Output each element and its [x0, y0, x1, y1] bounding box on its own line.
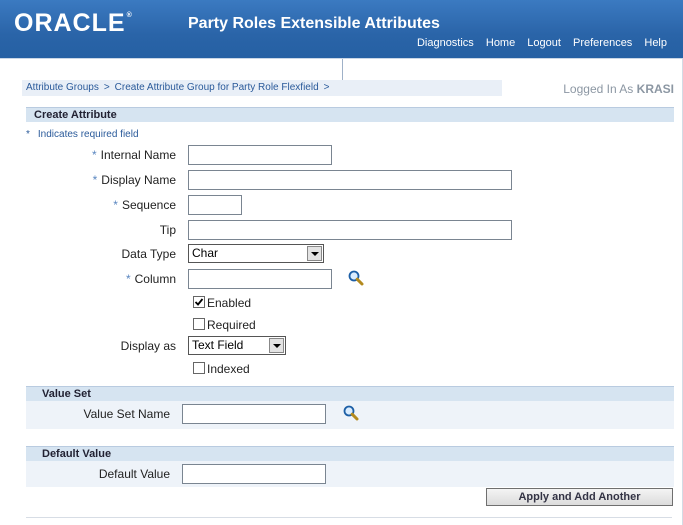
check-icon [194, 298, 204, 306]
home-link[interactable]: Home [486, 37, 515, 49]
apply-and-add-another-button[interactable]: Apply and Add Another [486, 488, 673, 506]
display-as-label: Display as [120, 339, 176, 353]
sequence-input[interactable] [188, 195, 242, 215]
magnifier-icon[interactable] [342, 404, 360, 422]
value-set-name-input[interactable] [182, 404, 326, 424]
data-type-value: Char [192, 246, 219, 260]
default-value-input[interactable] [182, 464, 326, 484]
indexed-label: Indexed [207, 362, 250, 376]
breadcrumb-separator: > [323, 82, 330, 93]
tip-label: Tip [159, 223, 176, 237]
create-attribute-header: Create Attribute [26, 107, 674, 122]
required-label: Required [207, 318, 256, 332]
chevron-down-icon[interactable] [307, 246, 322, 261]
breadcrumb-separator: > [103, 82, 110, 93]
tip-input[interactable] [188, 220, 512, 240]
diagnostics-link[interactable]: Diagnostics [417, 37, 474, 49]
data-type-select[interactable]: Char [188, 244, 324, 263]
value-set-header: Value Set [26, 386, 674, 401]
indexed-checkbox[interactable] [193, 362, 205, 374]
global-links: Diagnostics Home Logout Preferences Help [408, 37, 667, 49]
magnifier-icon[interactable] [347, 269, 365, 287]
sequence-label: * Sequence [113, 198, 176, 212]
oracle-logo: ORACLE® [14, 9, 133, 37]
display-as-select[interactable]: Text Field [188, 336, 286, 355]
required-checkbox[interactable] [193, 318, 205, 330]
display-name-label: * Display Name [92, 173, 176, 187]
display-as-value: Text Field [192, 338, 244, 352]
global-header: ORACLE® Party Roles Extensible Attribute… [0, 0, 683, 58]
app-title: Party Roles Extensible Attributes [188, 15, 440, 32]
tab-divider [342, 59, 343, 80]
logout-link[interactable]: Logout [527, 37, 561, 49]
breadcrumb: Attribute Groups > Create Attribute Group … [26, 82, 334, 93]
value-set-name-label: Value Set Name [83, 407, 171, 421]
data-type-label: Data Type [121, 247, 176, 261]
column-input[interactable] [188, 269, 332, 289]
preferences-link[interactable]: Preferences [573, 37, 632, 49]
required-field-note: * Indicates required field [26, 129, 139, 140]
internal-name-label: * Internal Name [91, 148, 176, 162]
footer-divider [26, 517, 672, 518]
internal-name-input[interactable] [188, 145, 332, 165]
chevron-down-icon[interactable] [269, 338, 284, 353]
enabled-label: Enabled [207, 296, 252, 310]
logged-in-as: Logged In As KRASI [563, 82, 674, 96]
default-value-label: Default Value [98, 467, 170, 481]
breadcrumb-create-attribute-group[interactable]: Create Attribute Group for Party Role Fl… [115, 82, 319, 93]
column-label: * Column [125, 272, 176, 286]
enabled-checkbox[interactable] [193, 296, 205, 308]
display-name-input[interactable] [188, 170, 512, 190]
default-value-header: Default Value [26, 446, 674, 461]
help-link[interactable]: Help [644, 37, 667, 49]
user-name: KRASI [636, 82, 674, 96]
breadcrumb-attribute-groups[interactable]: Attribute Groups [26, 82, 99, 93]
